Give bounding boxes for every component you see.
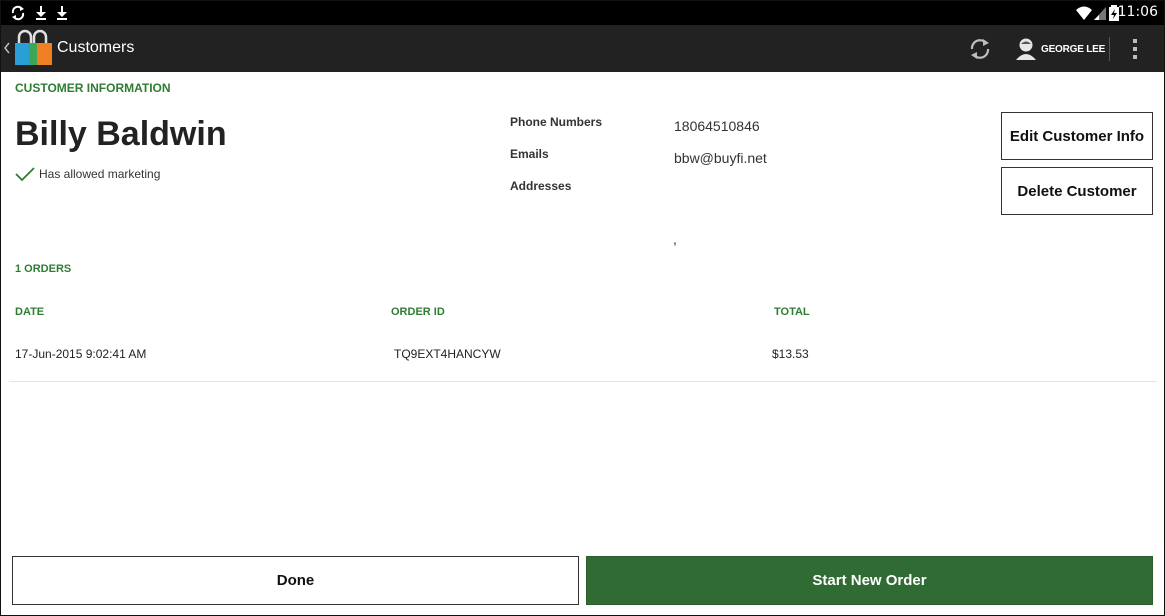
user-name: GEORGE LEE: [1041, 43, 1106, 55]
row-divider: [9, 381, 1157, 382]
address-value: ,: [673, 231, 677, 247]
app-window: 11:06 Customers GEORGE LEE CUSTOMER INFO…: [0, 0, 1165, 616]
order-date: 17-Jun-2015 9:02:41 AM: [15, 347, 147, 361]
delete-customer-button[interactable]: Delete Customer: [1001, 167, 1153, 215]
column-header-order-id: ORDER ID: [391, 306, 445, 318]
signal-icon: [1094, 7, 1106, 20]
sync-icon: [11, 5, 25, 21]
column-header-total: TOTAL: [774, 306, 810, 318]
done-button[interactable]: Done: [12, 556, 579, 605]
emails-label: Emails: [510, 147, 549, 161]
start-new-order-button[interactable]: Start New Order: [586, 556, 1153, 605]
download-icon: [57, 6, 67, 20]
marketing-label: Has allowed marketing: [39, 167, 161, 181]
refresh-icon[interactable]: [967, 36, 993, 62]
shopping-bags-logo-icon: [15, 29, 52, 65]
column-header-date: DATE: [15, 306, 45, 318]
order-id: TQ9EXT4HANCYW: [394, 347, 501, 361]
phone-label: Phone Numbers: [510, 115, 603, 129]
edit-customer-button[interactable]: Edit Customer Info: [1001, 112, 1153, 160]
status-time: 11:06: [1117, 4, 1158, 20]
phone-value: 18064510846: [674, 118, 760, 134]
wifi-icon: [1076, 6, 1092, 20]
overflow-menu-icon[interactable]: [1125, 37, 1145, 61]
status-bar: 11:06: [1, 1, 1164, 25]
download-icon: [36, 6, 46, 20]
orders-count-heading: 1 ORDERS: [15, 263, 72, 275]
page-title: Customers: [57, 39, 135, 56]
customer-info-heading: CUSTOMER INFORMATION: [15, 81, 171, 95]
checkmark-icon: [15, 167, 35, 182]
user-menu-button[interactable]: GEORGE LEE: [1015, 34, 1105, 64]
user-icon: [1016, 38, 1036, 60]
marketing-status: Has allowed marketing: [15, 166, 160, 182]
action-bar: Customers GEORGE LEE: [1, 25, 1164, 72]
email-value: bbw@buyfi.net: [674, 150, 767, 166]
customer-name: Billy Baldwin: [15, 115, 227, 153]
order-total: $13.53: [772, 347, 809, 361]
table-row[interactable]: 17-Jun-2015 9:02:41 AM TQ9EXT4HANCYW $13…: [9, 337, 1157, 381]
addresses-label: Addresses: [510, 179, 572, 193]
app-home-button[interactable]: [3, 29, 53, 69]
action-bar-divider: [1109, 37, 1110, 61]
back-chevron-icon: [4, 42, 10, 54]
